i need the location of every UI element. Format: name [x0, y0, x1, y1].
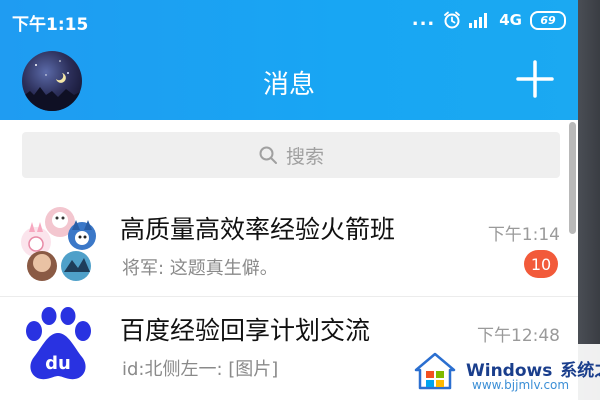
- group-avatar: [20, 206, 96, 282]
- unread-badge: 10: [524, 250, 558, 278]
- status-time: 下午1:15: [12, 15, 89, 35]
- nav-bar: 消息: [0, 48, 578, 112]
- baidu-paw-logo-icon: du: [26, 307, 91, 380]
- add-button[interactable]: [514, 58, 556, 100]
- conversation-title: 高质量高效率经验火箭班: [120, 215, 396, 244]
- signal-strength-icon: [469, 13, 488, 28]
- conversation-time: 下午1:14: [487, 225, 560, 245]
- site-watermark: Windows 系统之家 www.bjjmlv.com: [406, 344, 600, 400]
- scrollbar[interactable]: [569, 122, 576, 234]
- page-title: 消息: [262, 70, 315, 100]
- more-dots-icon: ...: [411, 9, 436, 30]
- conversation-title: 百度经验回享计划交流: [120, 316, 371, 345]
- status-bar: 下午1:15 ... 4G 69: [0, 0, 578, 40]
- search-placeholder: 搜索: [285, 145, 324, 168]
- conversation-time: 下午12:48: [477, 326, 560, 346]
- network-type: 4G: [499, 11, 522, 29]
- background-edge: [578, 0, 600, 400]
- baidu-logo-text: du: [45, 353, 71, 374]
- search-area: 搜索: [0, 120, 578, 196]
- conversation-preview: id:北侧左一: [图片]: [122, 359, 279, 380]
- app-header: 下午1:15 ... 4G 69 消息: [0, 0, 578, 120]
- baidu-avatar: du: [20, 307, 96, 383]
- conversation-item[interactable]: 高质量高效率经验火箭班 将军: 这题真生僻。 下午1:14 10: [0, 196, 578, 296]
- alarm-clock-icon: [444, 11, 461, 29]
- windows-logo-icon: [414, 352, 456, 390]
- conversation-preview: 将军: 这题真生僻。: [122, 258, 278, 279]
- group-avatar-collage-image: [21, 207, 96, 281]
- phone-screen: 下午1:15 ... 4G 69 消息 搜索 高质量高效率经验火箭班 将军: 这…: [0, 0, 578, 400]
- watermark-url: www.bjjmlv.com: [472, 378, 570, 392]
- search-icon: [259, 146, 277, 164]
- status-icons: ... 4G 69: [412, 9, 566, 31]
- search-input[interactable]: 搜索: [22, 132, 560, 178]
- battery-level: 69: [540, 13, 556, 27]
- battery-icon: 69: [530, 10, 566, 30]
- plus-icon: [516, 60, 554, 98]
